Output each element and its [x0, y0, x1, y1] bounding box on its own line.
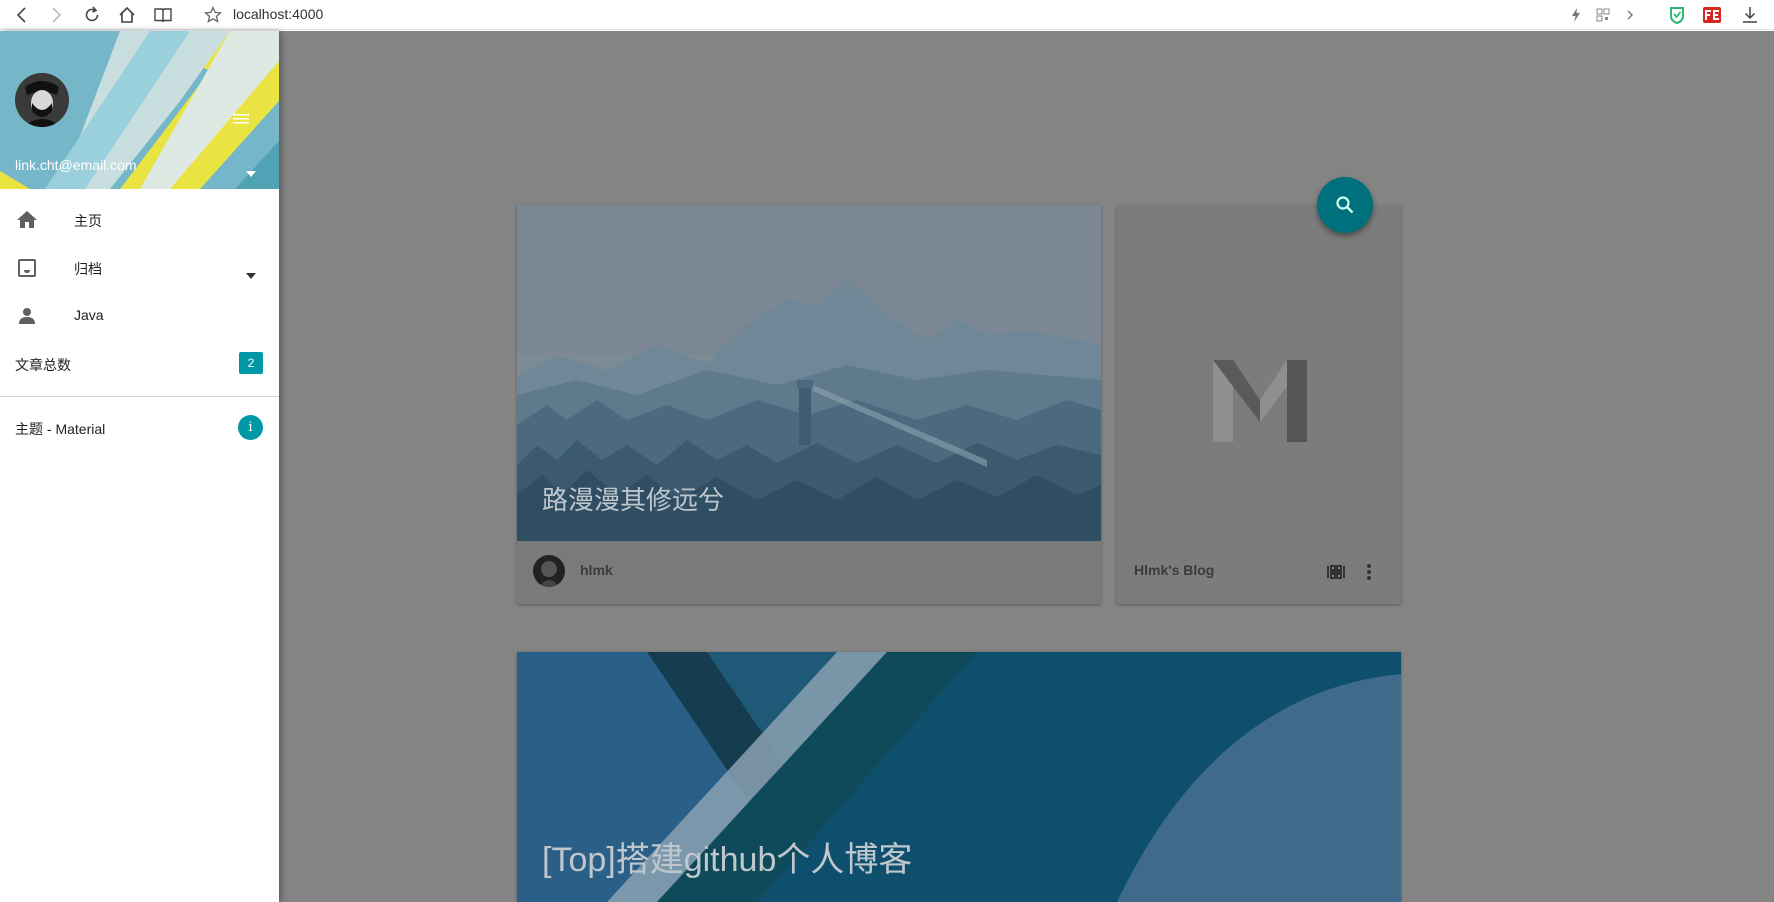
more-vert-icon[interactable] — [1359, 562, 1379, 582]
refresh-icon[interactable] — [82, 5, 102, 25]
post-card-1[interactable]: 路漫漫其修远兮 hlmk — [517, 205, 1101, 604]
info-icon[interactable]: i — [238, 415, 263, 440]
flash-icon[interactable] — [1566, 5, 1586, 25]
post-title[interactable]: [Top]搭建github个人博客 — [542, 832, 912, 881]
drawer-header: link.cht@email.com — [0, 31, 279, 189]
forward-icon[interactable] — [46, 5, 66, 25]
blog-name[interactable]: Hlmk's Blog — [1134, 562, 1214, 578]
post-count-row: 文章总数 2 — [0, 340, 279, 388]
post-count-badge: 2 — [239, 352, 263, 374]
blog-info-card[interactable]: Hlmk's Blog — [1117, 205, 1401, 604]
user-avatar[interactable] — [15, 73, 69, 127]
person-icon — [17, 306, 37, 326]
menu-icon[interactable] — [233, 113, 251, 127]
inbox-icon — [17, 258, 37, 278]
fe-extension-icon[interactable] — [1702, 5, 1722, 25]
material-m-logo — [1213, 360, 1307, 442]
qr-code-icon[interactable] — [1593, 5, 1613, 25]
sidebar-item-java[interactable]: Java — [0, 292, 279, 340]
post-author[interactable]: hlmk — [580, 562, 613, 578]
chevron-right-icon[interactable] — [1620, 5, 1640, 25]
post-count-label: 文章总数 — [15, 357, 71, 373]
download-icon[interactable] — [1740, 5, 1760, 25]
home-icon — [17, 210, 37, 230]
reading-mode-icon[interactable] — [153, 5, 173, 25]
chevron-down-icon[interactable] — [246, 266, 256, 279]
extension-shield-icon[interactable] — [1667, 5, 1687, 25]
chevron-down-icon[interactable] — [246, 164, 256, 177]
favorite-star-icon[interactable] — [203, 5, 223, 25]
url-address[interactable]: localhost:4000 — [233, 6, 323, 22]
sidebar-item-label: Java — [74, 307, 104, 323]
sidebar-item-home[interactable]: 主页 — [0, 196, 279, 244]
search-fab-button[interactable] — [1317, 177, 1373, 233]
theme-label: 主题 - Material — [15, 421, 106, 437]
sidebar-item-label: 主页 — [74, 213, 102, 229]
user-email: link.cht@email.com — [15, 157, 137, 173]
author-avatar[interactable] — [533, 555, 565, 587]
theme-row[interactable]: 主题 - Material i — [0, 404, 279, 452]
navigation-drawer: link.cht@email.com 主页 归档 Java 文章总数 2 主题 … — [0, 31, 279, 902]
movie-icon[interactable] — [1326, 562, 1346, 582]
sidebar-item-archive[interactable]: 归档 — [0, 244, 279, 292]
sidebar-item-label: 归档 — [74, 261, 102, 277]
post-title[interactable]: 路漫漫其修远兮 — [542, 480, 724, 517]
post-card-top[interactable]: [Top]搭建github个人博客 — [517, 652, 1401, 902]
browser-toolbar: localhost:4000 — [0, 0, 1774, 30]
home-page-icon[interactable] — [117, 5, 137, 25]
back-icon[interactable] — [12, 5, 32, 25]
drawer-divider — [0, 396, 279, 397]
search-icon — [1336, 196, 1354, 214]
